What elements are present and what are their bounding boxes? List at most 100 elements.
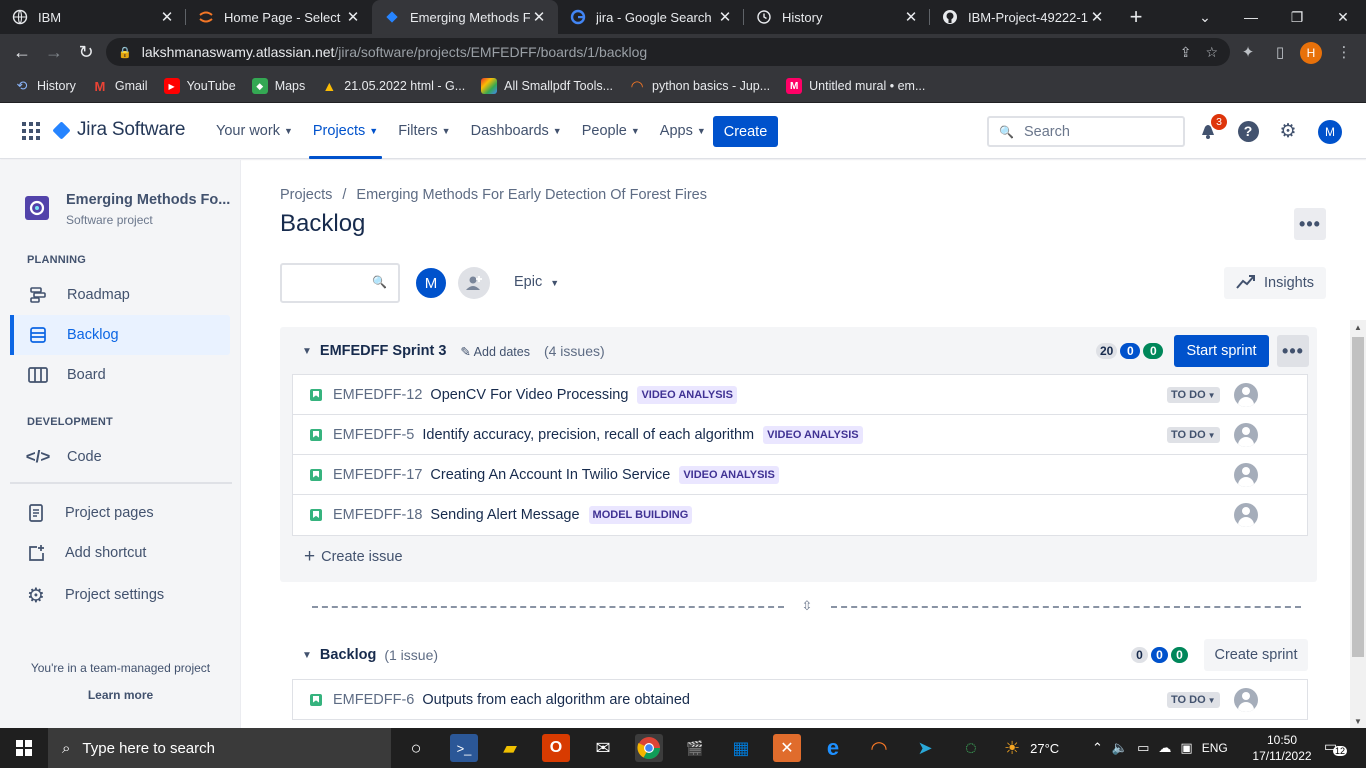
sprint-header[interactable]: ▼ EMFEDFF Sprint 3 ✎ Add dates (4 issues… — [302, 343, 605, 359]
mail-icon[interactable]: ✉ — [589, 734, 617, 762]
bookmark-item[interactable]: M Gmail — [92, 78, 147, 94]
epic-lozenge[interactable]: VIDEO ANALYSIS — [763, 425, 863, 444]
browser-tab-active[interactable]: Emerging Methods Fo ✕ — [372, 0, 558, 34]
bookmark-item[interactable]: ▲ 21.05.2022 html - G... — [321, 78, 465, 94]
sidebar-item-backlog[interactable]: Backlog — [10, 315, 230, 355]
create-issue-button[interactable]: + Create issue — [304, 546, 403, 568]
reload-icon[interactable]: ↻ — [70, 36, 102, 68]
browser-tab[interactable]: Home Page - Select or ✕ — [186, 0, 372, 34]
epic-filter[interactable]: Epic ▼ — [514, 274, 559, 290]
close-icon[interactable]: ✕ — [716, 8, 734, 26]
close-icon[interactable]: ✕ — [344, 8, 362, 26]
assignee-avatar-icon[interactable] — [1234, 423, 1258, 447]
close-icon[interactable]: ✕ — [530, 8, 548, 26]
taskbar-search-input[interactable]: ⌕ Type here to search — [48, 728, 391, 768]
backlog-search-input[interactable]: 🔍 — [280, 263, 400, 303]
create-button[interactable]: Create — [713, 116, 778, 147]
assignee-avatar-icon[interactable] — [1234, 688, 1258, 712]
issue-key[interactable]: EMFEDFF-12 — [333, 387, 422, 403]
issue-key[interactable]: EMFEDFF-18 — [333, 507, 422, 523]
issue-key[interactable]: EMFEDFF-17 — [333, 467, 422, 483]
bookmark-star-icon[interactable]: ☆ — [1205, 44, 1218, 61]
user-avatar[interactable]: M — [1318, 120, 1342, 144]
breadcrumb-project[interactable]: Emerging Methods For Early Detection Of … — [356, 187, 707, 203]
jira-logo[interactable]: Jira Software — [52, 119, 185, 141]
sidebar-item-project-settings[interactable]: ⚙ Project settings — [10, 575, 230, 615]
extensions-icon[interactable]: ✦ — [1234, 38, 1262, 66]
breadcrumb-projects[interactable]: Projects — [280, 187, 332, 203]
minimize-button[interactable]: — — [1228, 0, 1274, 34]
menu-icon[interactable]: ⋮ — [1330, 38, 1358, 66]
insights-button[interactable]: Insights — [1224, 267, 1326, 299]
assignee-avatar-icon[interactable] — [1234, 383, 1258, 407]
close-icon[interactable]: ✕ — [1088, 8, 1106, 26]
issue-key[interactable]: EMFEDFF-6 — [333, 692, 414, 708]
browser-tab[interactable]: IBM ✕ — [0, 0, 186, 34]
notification-center-icon[interactable]: ▭ 12 — [1324, 738, 1348, 758]
volume-icon[interactable]: 🔈 — [1112, 740, 1128, 756]
language-indicator[interactable]: ENG — [1202, 741, 1228, 755]
telegram-icon[interactable]: ➤ — [911, 734, 939, 762]
assignee-avatar-icon[interactable] — [1234, 463, 1258, 487]
epic-lozenge[interactable]: VIDEO ANALYSIS — [679, 465, 779, 484]
network-icon[interactable]: ▣ — [1180, 740, 1192, 756]
restore-button[interactable]: ❐ — [1274, 0, 1320, 34]
sidebar-item-add-shortcut[interactable]: Add shortcut — [10, 533, 230, 573]
app-ring-icon[interactable]: ◌ — [957, 734, 985, 762]
scroll-up-icon[interactable]: ▲ — [1354, 323, 1362, 332]
nav-apps[interactable]: Apps ▼ — [650, 103, 716, 159]
bookmark-item[interactable]: M Untitled mural • em... — [786, 78, 925, 94]
side-panel-icon[interactable]: ▯ — [1266, 38, 1294, 66]
chevron-up-icon[interactable]: ⌃ — [1092, 740, 1103, 756]
sidebar-item-roadmap[interactable]: Roadmap — [10, 275, 230, 315]
address-bar[interactable]: 🔒 lakshmanaswamy.atlassian.net/jira/soft… — [106, 38, 1230, 66]
scrollbar[interactable]: ▲ ▼ — [1350, 320, 1366, 728]
browser-tab[interactable]: IBM-Project-49222-16 ✕ — [930, 0, 1116, 34]
sidebar-item-code[interactable]: </> Code — [10, 437, 230, 477]
drag-handle-icon[interactable]: ⇳ — [800, 598, 814, 613]
sidebar-item-board[interactable]: Board — [10, 355, 230, 395]
close-window-button[interactable]: ✕ — [1320, 0, 1366, 34]
nav-your-work[interactable]: Your work ▼ — [206, 103, 303, 159]
sprint-more-button[interactable]: ••• — [1277, 335, 1309, 367]
chevron-down-icon[interactable]: ▼ — [302, 346, 312, 357]
share-icon[interactable]: ⇪ — [1180, 44, 1192, 61]
list-item[interactable]: EMFEDFF-17 Creating An Account In Twilio… — [292, 455, 1308, 495]
status-dropdown[interactable]: TO DO ▼ — [1167, 427, 1220, 443]
close-icon[interactable]: ✕ — [158, 8, 176, 26]
scroll-down-icon[interactable]: ▼ — [1354, 717, 1362, 726]
issue-key[interactable]: EMFEDFF-5 — [333, 427, 414, 443]
member-avatar[interactable]: M — [414, 266, 448, 300]
bookmark-item[interactable]: ◠ python basics - Jup... — [629, 78, 770, 95]
browser-tab[interactable]: History ✕ — [744, 0, 930, 34]
jupyter-icon[interactable]: ◠ — [865, 734, 893, 762]
store-icon[interactable]: ▦ — [727, 734, 755, 762]
learn-more-link[interactable]: Learn more — [0, 688, 241, 702]
settings-gear-icon[interactable]: ⚙ — [1276, 119, 1300, 143]
windows-start-button[interactable] — [0, 728, 48, 768]
forward-icon[interactable]: → — [38, 36, 70, 68]
list-item[interactable]: EMFEDFF-5 Identify accuracy, precision, … — [292, 415, 1308, 455]
search-input[interactable]: 🔍 Search — [987, 116, 1185, 147]
xampp-icon[interactable]: ✕ — [773, 734, 801, 762]
powershell-icon[interactable]: >_ — [450, 734, 478, 762]
add-people-icon[interactable] — [458, 267, 490, 299]
weather-widget[interactable]: ☀ 27°C — [1004, 728, 1059, 768]
media-player-icon[interactable]: 🎬 — [681, 734, 709, 762]
add-dates-link[interactable]: ✎ Add dates — [460, 344, 530, 359]
tab-search-icon[interactable]: ⌄ — [1182, 0, 1228, 34]
bookmark-item[interactable]: ▶ YouTube — [163, 78, 236, 94]
chrome-icon[interactable] — [635, 734, 663, 762]
sidebar-item-project-pages[interactable]: Project pages — [10, 493, 230, 533]
nav-people[interactable]: People ▼ — [572, 103, 650, 159]
close-icon[interactable]: ✕ — [902, 8, 920, 26]
epic-lozenge[interactable]: VIDEO ANALYSIS — [637, 385, 737, 404]
backlog-header[interactable]: ▼ Backlog (1 issue) — [302, 647, 438, 663]
chevron-down-icon[interactable]: ▼ — [302, 650, 312, 661]
file-explorer-icon[interactable]: ▰ — [496, 734, 524, 762]
epic-lozenge[interactable]: MODEL BUILDING — [588, 506, 693, 524]
internet-explorer-icon[interactable]: e — [819, 734, 847, 762]
battery-icon[interactable]: ▭ — [1137, 740, 1149, 756]
cloud-icon[interactable]: ☁ — [1158, 740, 1171, 756]
new-tab-button[interactable]: + — [1116, 0, 1156, 34]
